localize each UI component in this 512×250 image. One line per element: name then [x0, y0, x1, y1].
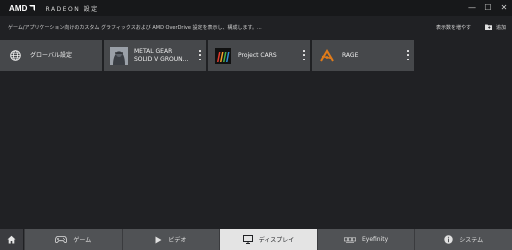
tile-label: Project CARS	[238, 51, 277, 59]
globe-icon	[6, 47, 24, 65]
minimize-button[interactable]: —	[464, 0, 480, 16]
tile-label: METAL GEAR SOLID V GROUN...	[134, 47, 189, 63]
home-icon	[7, 235, 16, 244]
nav-video[interactable]: ビデオ	[121, 229, 220, 250]
nav-home-button[interactable]	[0, 229, 24, 250]
game-tiles: グローバル設定 METAL GEAR SOLID V GROUN... Proj…	[0, 40, 416, 71]
bottom-nav: ゲーム ビデオ ディスプレイ Eyefinity システム	[0, 229, 512, 250]
nav-display[interactable]: ディスプレイ	[219, 229, 317, 250]
amd-arrow-icon	[28, 5, 35, 11]
tile-project-cars[interactable]: Project CARS	[208, 40, 310, 71]
close-button[interactable]: ✕	[496, 0, 512, 16]
subheader: ゲーム/アプリケーション向けのカスタム グラフィックスおよび AMD OverD…	[0, 16, 512, 38]
nav-label: システム	[459, 237, 484, 244]
maximize-button[interactable]: ☐	[480, 0, 496, 16]
page-description: ゲーム/アプリケーション向けのカスタム グラフィックスおよび AMD OverD…	[8, 24, 262, 31]
brand: AMD RADEON 設定	[9, 4, 99, 13]
project-cars-icon	[214, 47, 232, 65]
nav-eyefinity[interactable]: Eyefinity	[316, 229, 415, 250]
nav-label: Eyefinity	[361, 236, 389, 243]
info-icon	[444, 235, 453, 244]
eyefinity-icon	[343, 237, 356, 243]
radeon-settings-window: AMD RADEON 設定 — ☐ ✕ ゲーム/アプリケーション向けのカスタム …	[0, 0, 512, 250]
gamepad-icon	[55, 236, 68, 243]
nav-label: ゲーム	[73, 237, 92, 244]
nav-system[interactable]: システム	[414, 229, 512, 250]
show-more-button[interactable]: 表示数を増やす	[436, 24, 471, 31]
nav-games[interactable]: ゲーム	[24, 229, 122, 250]
title-bar: AMD RADEON 設定 — ☐ ✕	[0, 0, 512, 16]
tile-label: グローバル設定	[30, 51, 72, 59]
play-icon	[155, 236, 162, 244]
tile-label: RAGE	[342, 51, 359, 59]
folder-add-icon	[484, 24, 492, 30]
tile-global-settings[interactable]: グローバル設定	[0, 40, 102, 71]
monitor-icon	[242, 235, 253, 244]
add-button[interactable]: 追加	[484, 24, 506, 31]
tile-menu-button[interactable]	[197, 49, 203, 61]
app-title: RADEON 設定	[45, 5, 99, 13]
subheader-actions: 表示数を増やす 追加	[436, 16, 506, 38]
tile-rage[interactable]: RAGE	[312, 40, 414, 71]
tile-metal-gear[interactable]: METAL GEAR SOLID V GROUN...	[104, 40, 206, 71]
nav-label: ディスプレイ	[258, 237, 295, 244]
tile-menu-button[interactable]	[301, 49, 307, 61]
add-label: 追加	[495, 24, 506, 31]
amd-logo: AMD	[9, 3, 28, 13]
window-controls: — ☐ ✕	[464, 0, 512, 16]
rage-icon	[318, 47, 336, 65]
metal-gear-icon	[110, 46, 128, 65]
tile-menu-button[interactable]	[405, 49, 411, 61]
nav-label: ビデオ	[168, 237, 187, 244]
